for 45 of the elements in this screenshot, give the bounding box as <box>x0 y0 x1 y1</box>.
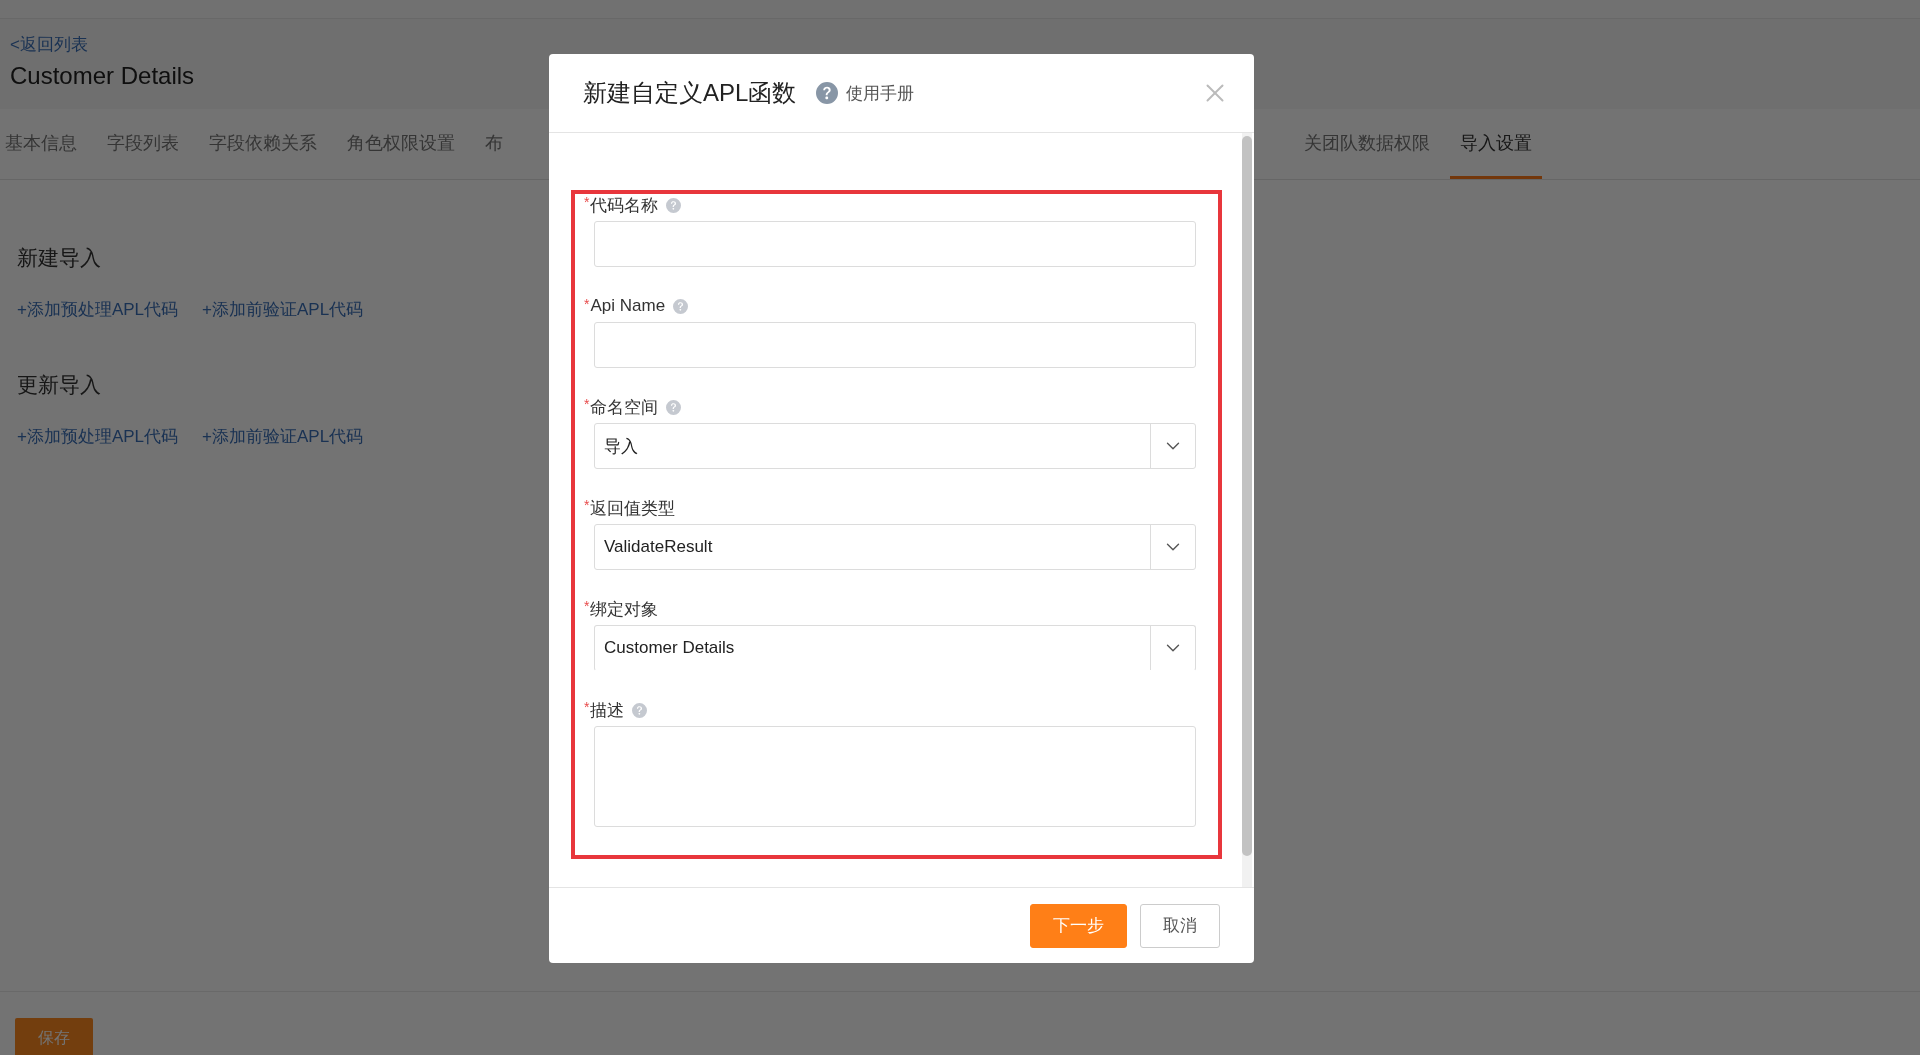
cancel-button[interactable]: 取消 <box>1140 903 1220 948</box>
add-link[interactable]: +添加预处理APL代码 <box>17 298 179 321</box>
help-icon[interactable] <box>666 197 682 213</box>
select-field[interactable]: ValidateResult <box>594 524 1196 570</box>
select-field[interactable]: 导入 <box>594 423 1196 469</box>
manual-link-text: 使用手册 <box>846 82 915 105</box>
tab[interactable]: 字段依赖关系 <box>199 109 327 179</box>
tab[interactable]: 布 <box>475 109 513 179</box>
page-title: Customer Details <box>10 62 195 90</box>
section-title: 新建导入 <box>17 245 101 271</box>
field-label: 绑定对象 <box>590 598 659 621</box>
scrollbar[interactable] <box>1242 133 1252 887</box>
help-icon[interactable] <box>673 298 689 314</box>
field-label: Api Name <box>590 296 666 316</box>
input-field[interactable] <box>594 221 1196 267</box>
help-icon[interactable] <box>666 399 682 415</box>
tab[interactable]: 基本信息 <box>0 109 87 179</box>
field-label: 描述 <box>590 699 625 722</box>
text-area[interactable] <box>594 726 1196 827</box>
back-link[interactable]: <返回列表 <box>10 33 88 56</box>
field-label: 代码名称 <box>590 194 659 217</box>
section-title: 更新导入 <box>17 372 101 398</box>
next-button[interactable]: 下一步 <box>1030 903 1127 948</box>
tab[interactable]: 角色权限设置 <box>337 109 465 179</box>
required-mark: * <box>584 193 590 210</box>
manual-link[interactable]: 使用手册 <box>816 81 915 105</box>
tab[interactable]: 导入设置 <box>1450 109 1542 179</box>
required-mark: * <box>584 296 590 312</box>
required-mark: * <box>584 496 590 513</box>
select-field[interactable]: Customer Details <box>594 625 1196 671</box>
tab[interactable]: 字段列表 <box>97 109 189 179</box>
add-link[interactable]: +添加前验证APL代码 <box>202 298 364 321</box>
add-link[interactable]: +添加预处理APL代码 <box>17 425 179 448</box>
add-link[interactable]: +添加前验证APL代码 <box>202 425 364 448</box>
dialog-title: 新建自定义APL函数 <box>583 78 797 108</box>
field-label: 命名空间 <box>590 396 659 419</box>
save-button[interactable]: 保存 <box>15 1018 93 1055</box>
input-field[interactable] <box>594 322 1196 368</box>
required-mark: * <box>584 395 590 412</box>
field-label: 返回值类型 <box>590 497 676 520</box>
tab[interactable]: 关团队数据权限 <box>1294 109 1440 179</box>
help-icon <box>816 82 839 104</box>
required-mark: * <box>584 597 590 614</box>
help-icon[interactable] <box>632 702 648 718</box>
required-mark: * <box>584 698 590 715</box>
